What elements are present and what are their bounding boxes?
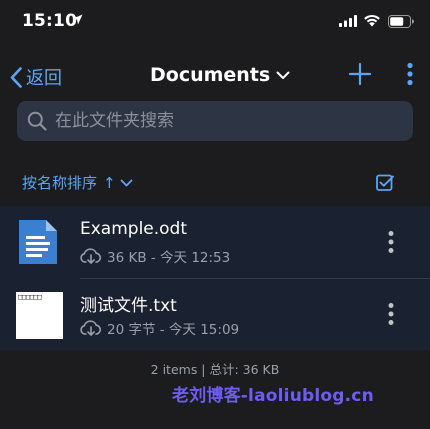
location-arrow-icon	[72, 14, 83, 25]
chevron-left-icon	[10, 66, 22, 88]
file-list: Example.odt 36 KB - 今天 12:53 □□□□□□ 测试文件…	[0, 206, 430, 350]
more-options-icon[interactable]	[387, 230, 395, 254]
folder-title-menu[interactable]: Documents	[150, 64, 290, 86]
add-icon[interactable]	[348, 62, 372, 86]
folder-summary: 2 items | 总计: 36 KB	[150, 362, 280, 377]
select-checkbox-icon[interactable]	[376, 174, 394, 191]
chevron-down-icon	[120, 179, 132, 186]
file-meta-text: 36 KB - 今天 12:53	[107, 250, 231, 266]
file-name: 测试文件.txt	[80, 296, 177, 316]
cellular-signal-icon	[339, 15, 357, 27]
more-options-icon[interactable]	[404, 62, 416, 86]
search-icon	[27, 111, 47, 131]
document-icon	[19, 220, 57, 264]
sort-direction-arrow: ↑	[103, 173, 116, 192]
sort-button[interactable]: 按名称排序 ↑	[22, 172, 133, 193]
chevron-down-icon	[276, 71, 290, 79]
back-button[interactable]: 返回	[10, 64, 62, 90]
file-meta-text: 20 字节 - 今天 15:09	[107, 322, 240, 338]
cloud-download-icon	[80, 248, 102, 264]
battery-icon	[388, 15, 414, 28]
back-button-label: 返回	[26, 68, 62, 89]
list-item[interactable]: 测试文件.txt 20 字节 - 今天 15:09	[0, 278, 430, 350]
cloud-download-icon	[80, 320, 102, 336]
page-title: Documents	[150, 64, 271, 86]
navigation-bar: 返回 Documents	[0, 52, 430, 96]
file-meta: 36 KB - 今天 12:53	[80, 246, 230, 266]
sort-label: 按名称排序	[22, 174, 98, 192]
list-item[interactable]: Example.odt 36 KB - 今天 12:53	[0, 206, 430, 278]
file-meta: 20 字节 - 今天 15:09	[80, 318, 239, 338]
status-time: 15:10	[22, 11, 78, 31]
status-bar: 15:10	[0, 0, 430, 44]
search-bar[interactable]	[17, 101, 413, 141]
search-input[interactable]	[53, 110, 397, 132]
file-name: Example.odt	[80, 219, 188, 239]
more-options-icon[interactable]	[387, 302, 395, 326]
watermark: 老刘博客-laoliublog.cn	[172, 386, 374, 406]
wifi-icon	[364, 14, 380, 27]
